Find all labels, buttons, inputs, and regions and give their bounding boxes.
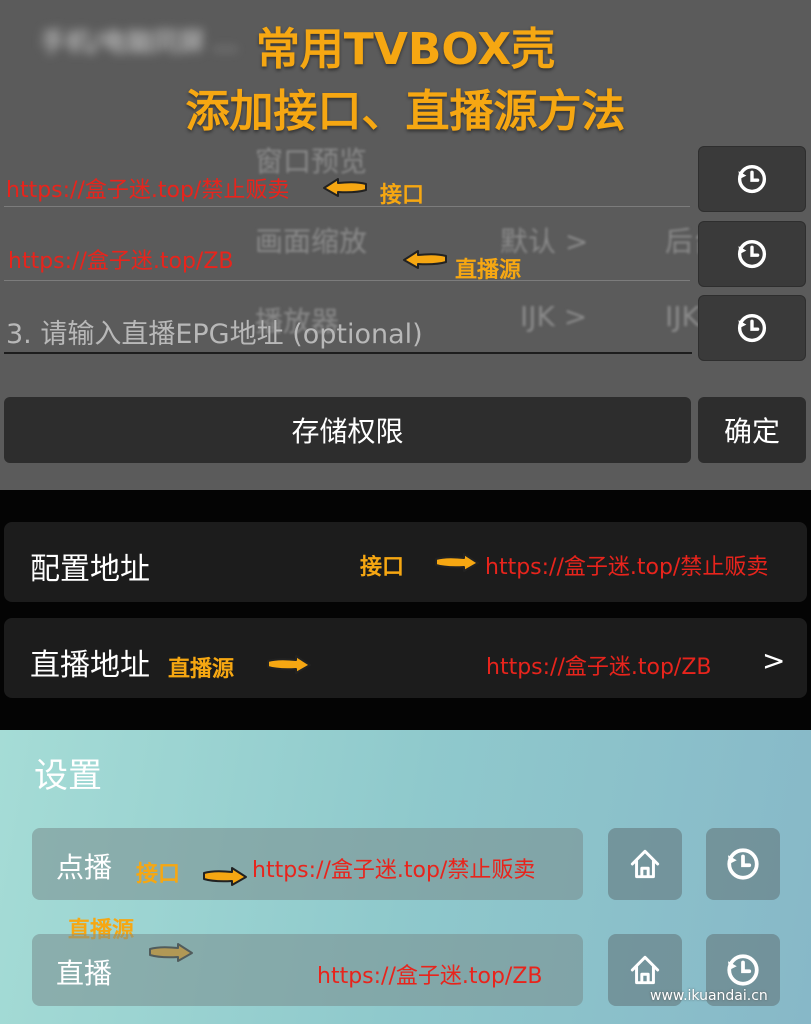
vod-annotation: 接口: [136, 862, 181, 887]
headline-line2: 添加接口、直播源方法: [185, 86, 626, 137]
vod-label: 点播: [56, 851, 113, 884]
config-address-row[interactable]: 配置地址 接口 https://盒子迷.top/禁止贩卖: [4, 522, 807, 602]
config-address-label: 配置地址: [30, 552, 150, 587]
api-url-input[interactable]: https://盒子迷.top/禁止贩卖: [6, 172, 289, 204]
arrow-right-icon: [267, 655, 311, 674]
epg-input-underline: [4, 352, 692, 354]
arrow-right-icon: [435, 553, 479, 572]
live-history-button[interactable]: [698, 221, 806, 287]
arrow-right-icon: [203, 867, 247, 886]
arrow-left-icon: [323, 178, 367, 197]
live-url-input[interactable]: https://盒子迷.top/ZB: [8, 243, 233, 275]
home-icon: [630, 849, 660, 879]
live-url: https://盒子迷.top/ZB: [317, 964, 543, 989]
dialog-screenshot: 手机/电脑同屏 ... 窗口预览 画面缩放 默认 > 后台 播放器 IJK > …: [0, 0, 811, 490]
blurred-scale-text: 画面缩放: [255, 225, 368, 258]
live-address-value: https://盒子迷.top/ZB: [486, 655, 712, 680]
blurred-ijk-right-text: IJK: [665, 300, 700, 333]
config-panel-screenshot: 配置地址 接口 https://盒子迷.top/禁止贩卖 直播地址 直播源 ht…: [0, 490, 811, 730]
live-address-annotation: 直播源: [168, 657, 235, 682]
storage-permission-button[interactable]: 存储权限: [4, 397, 691, 463]
home-icon: [630, 955, 660, 985]
history-icon: [736, 313, 767, 343]
config-annotation: 接口: [360, 555, 405, 580]
epg-history-button[interactable]: [698, 295, 806, 361]
live-row[interactable]: 直播 https://盒子迷.top/ZB: [32, 934, 583, 1006]
history-icon: [736, 164, 767, 194]
epg-input[interactable]: 3. 请输入直播EPG地址 (optional): [6, 312, 423, 351]
watermark: www.ikuandai.cn: [650, 988, 768, 1004]
chevron-right-icon: >: [762, 644, 786, 677]
api-annotation: 接口: [380, 183, 425, 208]
vod-history-button[interactable]: [706, 828, 780, 900]
vod-url: https://盒子迷.top/禁止贩卖: [252, 858, 536, 883]
settings-screenshot: 设置 点播 接口 https://盒子迷.top/禁止贩卖 直播源 直播 htt…: [0, 730, 811, 1024]
live-address-row[interactable]: 直播地址 直播源 https://盒子迷.top/ZB >: [4, 618, 807, 698]
api-history-button[interactable]: [698, 146, 806, 212]
history-icon: [726, 954, 759, 986]
confirm-button[interactable]: 确定: [698, 397, 806, 463]
arrow-left-icon: [403, 250, 447, 269]
history-icon: [736, 239, 767, 269]
settings-title: 设置: [34, 756, 102, 796]
headline-line1: 常用TVBOX壳: [255, 24, 556, 75]
vod-row[interactable]: 点播 接口 https://盒子迷.top/禁止贩卖: [32, 828, 583, 900]
config-address-value: https://盒子迷.top/禁止贩卖: [485, 555, 769, 580]
vod-home-button[interactable]: [608, 828, 682, 900]
history-icon: [726, 848, 759, 880]
live-input-underline: [4, 280, 690, 281]
api-input-underline: [4, 206, 690, 207]
live-label: 直播: [56, 957, 113, 990]
live-address-label: 直播地址: [30, 648, 150, 683]
blurred-ijk-text: IJK >: [520, 300, 588, 333]
